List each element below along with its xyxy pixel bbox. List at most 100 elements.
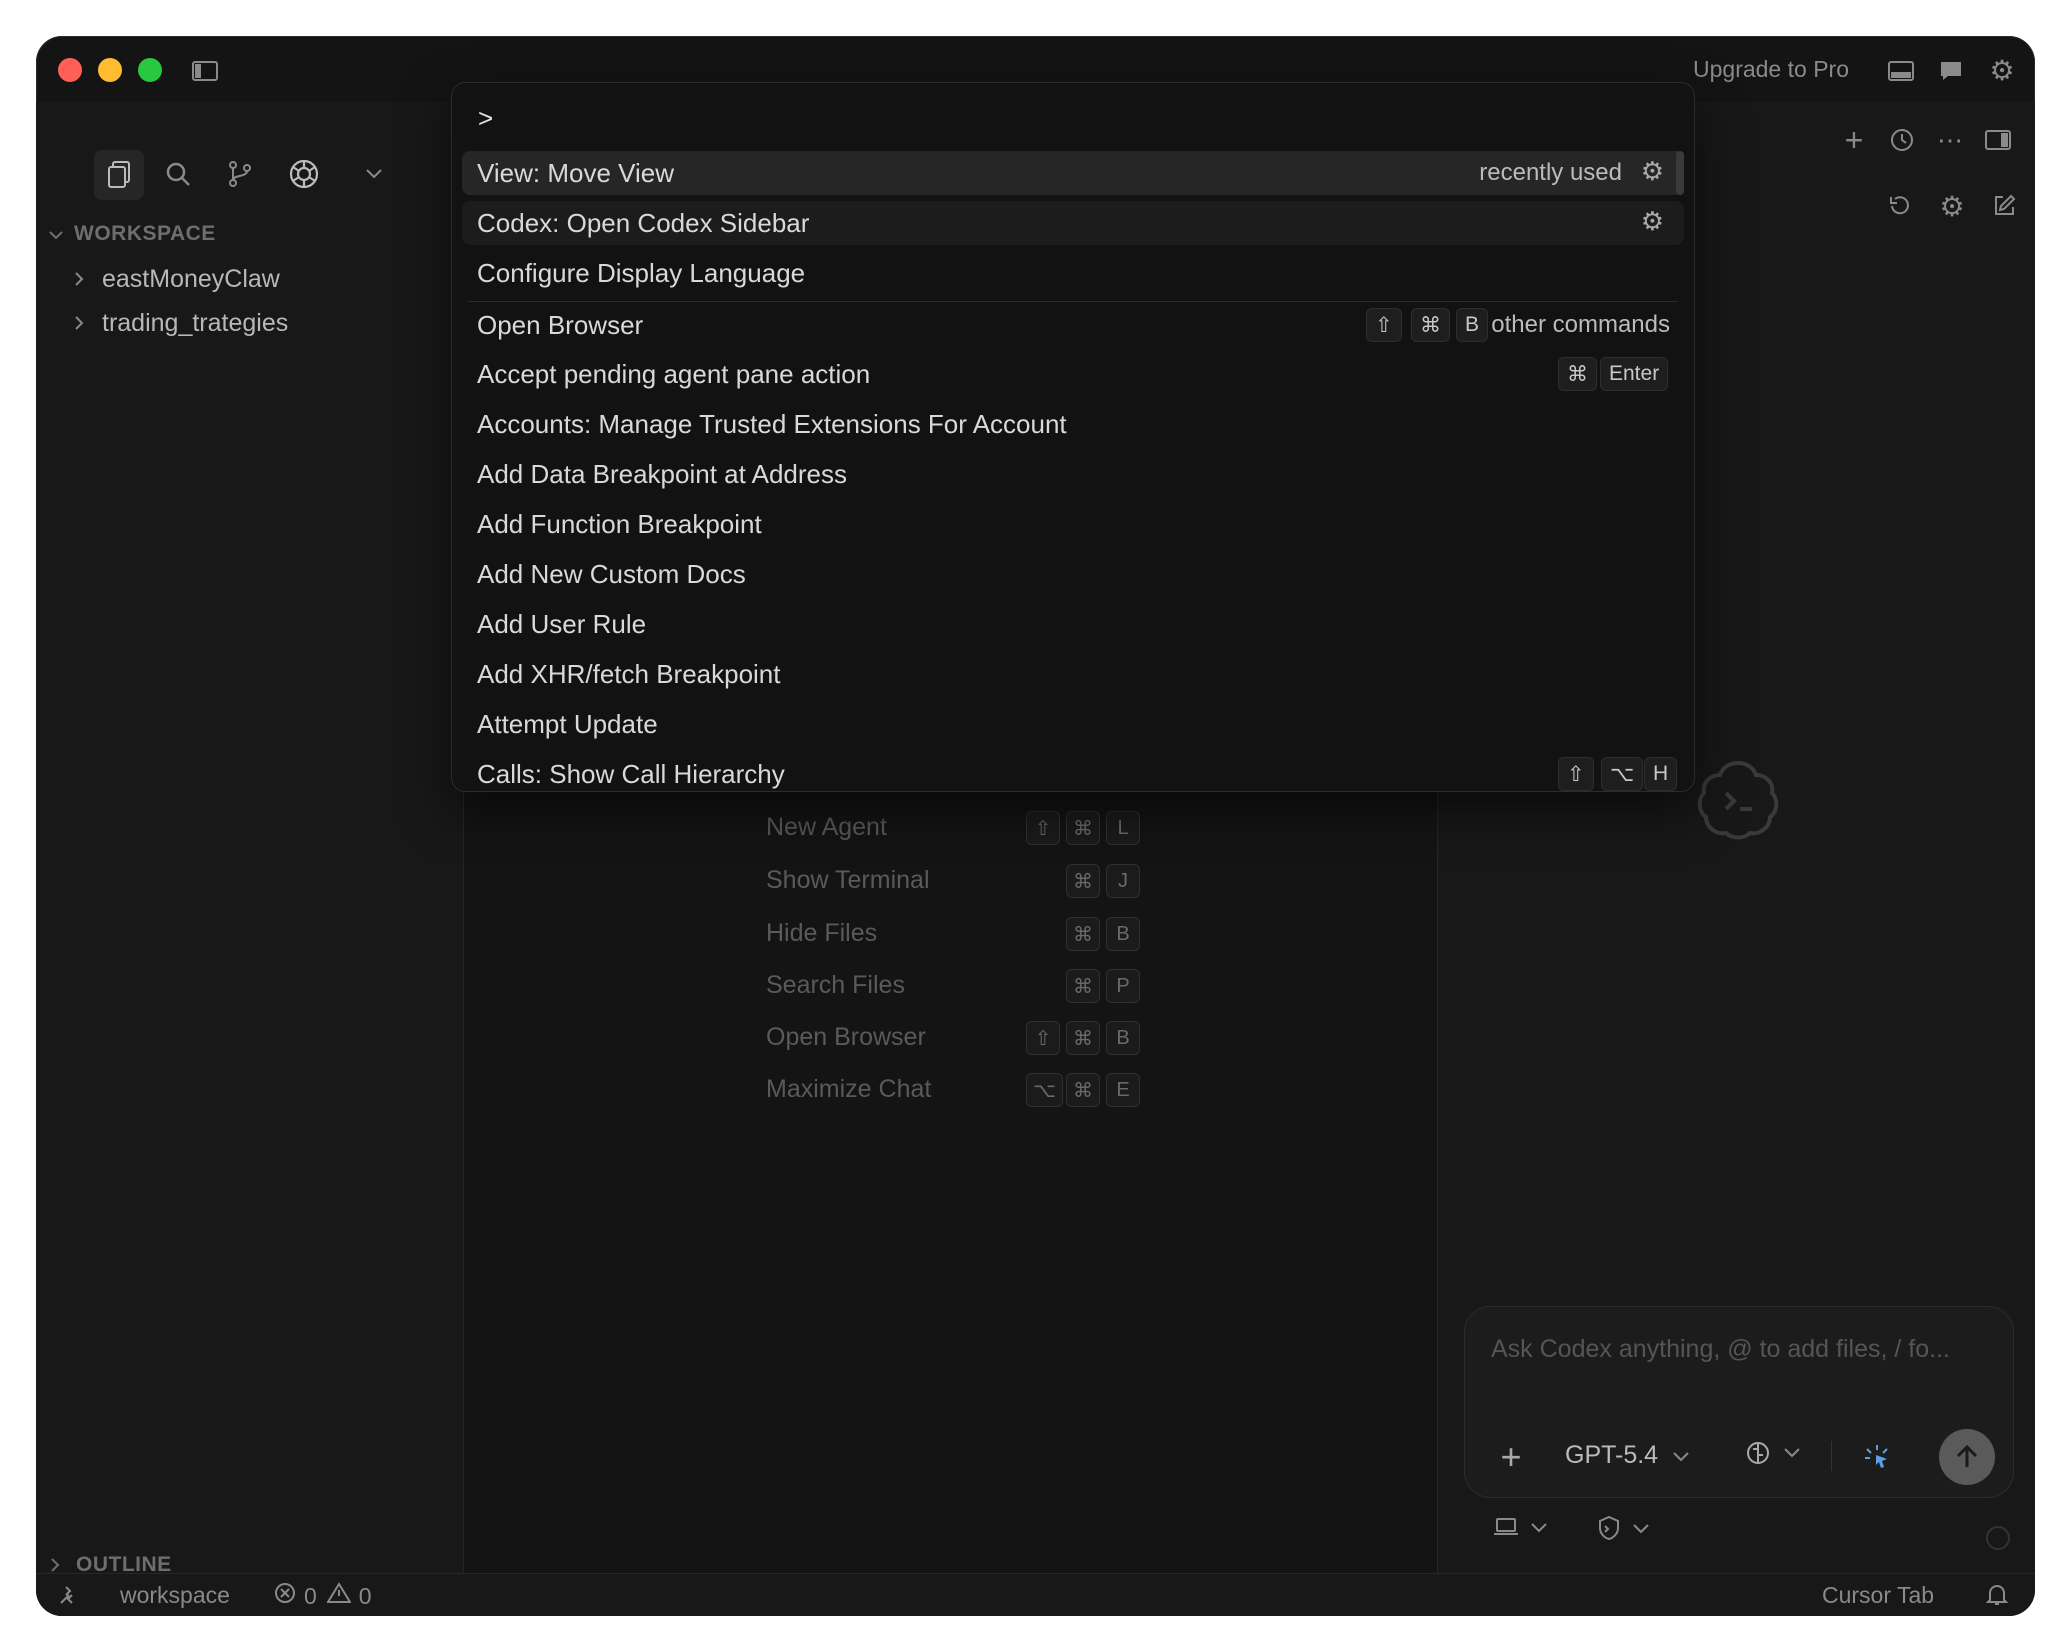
- shortcut-key: ⇧: [1026, 1021, 1060, 1055]
- settings-gear-icon[interactable]: ⚙: [1986, 54, 2018, 86]
- warning-icon: [326, 1582, 352, 1610]
- toggle-right-panel-icon[interactable]: [1980, 122, 2016, 158]
- reasoning-selector[interactable]: [1745, 1435, 1801, 1475]
- chevron-down-icon: [1632, 1522, 1650, 1540]
- search-icon[interactable]: [158, 154, 198, 194]
- command-item[interactable]: Open Browser ⇧ ⌘ B other commands: [462, 303, 1684, 347]
- history-clock-icon[interactable]: [1884, 122, 1920, 158]
- chevron-right-icon: [74, 309, 86, 338]
- shortcut-key: ⌘: [1066, 1073, 1100, 1107]
- command-item[interactable]: View: Move View recently used ⚙: [462, 151, 1684, 195]
- explorer-files-icon[interactable]: [94, 150, 144, 200]
- more-options-icon[interactable]: ⋯: [1932, 122, 1968, 158]
- folder-label: eastMoneyClaw: [102, 264, 280, 293]
- chevron-down-icon: [1783, 1446, 1801, 1464]
- palette-scrollbar[interactable]: [1676, 151, 1684, 195]
- hint-row: New Agent ⇧ ⌘ L: [766, 811, 1186, 851]
- shortcut-key: B: [1106, 1021, 1140, 1055]
- notifications-bell-icon[interactable]: [1982, 1580, 2012, 1610]
- folder-row[interactable]: eastMoneyClaw: [36, 259, 280, 299]
- app-window: Upgrade to Pro ⚙ WORKSPACE eastMoneyClaw…: [36, 36, 2035, 1616]
- error-count: 0: [304, 1582, 317, 1609]
- hint-label: Hide Files: [766, 919, 878, 947]
- brain-icon: [1745, 1440, 1771, 1471]
- permissions-selector[interactable]: [1596, 1514, 1650, 1547]
- arrow-up-icon: [1956, 1444, 1978, 1467]
- shortcut-key: E: [1106, 1073, 1140, 1107]
- divider: [1831, 1441, 1832, 1471]
- send-button[interactable]: [1939, 1429, 1995, 1485]
- shortcut-key: ⌘: [1066, 917, 1100, 951]
- toggle-sidebar-icon[interactable]: [190, 56, 220, 86]
- upgrade-to-pro-button[interactable]: Upgrade to Pro: [1693, 56, 1849, 83]
- undo-history-icon[interactable]: [1882, 188, 1918, 224]
- command-item[interactable]: Add New Custom Docs: [462, 552, 1684, 596]
- hint-label: Show Terminal: [766, 866, 930, 894]
- chat-icon[interactable]: [1936, 56, 1966, 86]
- chat-settings-gear-icon[interactable]: ⚙: [1934, 188, 1970, 224]
- command-item[interactable]: Add User Rule: [462, 602, 1684, 646]
- command-item[interactable]: Accounts: Manage Trusted Extensions For …: [462, 402, 1684, 446]
- source-control-icon[interactable]: [220, 154, 260, 194]
- command-label: Add New Custom Docs: [477, 558, 746, 589]
- openai-codex-icon[interactable]: [282, 152, 326, 196]
- command-item[interactable]: Attempt Update: [462, 702, 1684, 746]
- hint-label: New Agent: [766, 813, 887, 841]
- warning-count: 0: [358, 1582, 372, 1609]
- chevron-down-icon: [48, 220, 64, 249]
- configure-keybinding-gear-icon[interactable]: ⚙: [1641, 156, 1664, 187]
- shortcut-key: B: [1456, 308, 1489, 342]
- new-chat-edit-icon[interactable]: [1986, 188, 2022, 224]
- remote-connection-icon[interactable]: [54, 1580, 84, 1610]
- environment-selector[interactable]: [1492, 1516, 1548, 1543]
- zoom-window-button[interactable]: [138, 58, 162, 82]
- hint-row: Hide Files ⌘ B: [766, 917, 1186, 957]
- workspace-title: WORKSPACE: [74, 222, 216, 245]
- hint-row: Open Browser ⇧ ⌘ B: [766, 1021, 1186, 1061]
- problems-indicator[interactable]: 0 0: [274, 1582, 372, 1610]
- shortcut-key: ⌘: [1411, 308, 1450, 342]
- command-item[interactable]: Calls: Show Call Hierarchy ⇧ ⌥ H: [462, 752, 1684, 791]
- shortcut-key: ⌘: [1558, 357, 1597, 391]
- hint-label: Search Files: [766, 971, 905, 999]
- command-item[interactable]: Add Function Breakpoint: [462, 502, 1684, 546]
- command-item[interactable]: Codex: Open Codex Sidebar ⚙: [462, 201, 1684, 245]
- toggle-panel-icon[interactable]: [1886, 56, 1916, 86]
- chat-input[interactable]: Ask Codex anything, @ to add files, / fo…: [1491, 1335, 1950, 1364]
- shortcut-key: J: [1106, 864, 1140, 898]
- chevron-right-icon: [74, 265, 86, 294]
- status-bar: workspace 0 0 Cursor Tab: [36, 1573, 2035, 1616]
- plus-icon[interactable]: +: [1836, 122, 1872, 158]
- workspace-name[interactable]: workspace: [120, 1582, 230, 1609]
- configure-keybinding-gear-icon[interactable]: ⚙: [1641, 206, 1664, 237]
- shield-icon: [1596, 1514, 1622, 1547]
- command-palette-input[interactable]: >: [478, 103, 493, 134]
- chevron-down-icon[interactable]: [360, 160, 388, 188]
- shortcut-key: ⇧: [1558, 757, 1594, 791]
- sparkle-cursor-icon[interactable]: [1857, 1437, 1897, 1477]
- command-label: Accept pending agent pane action: [477, 358, 871, 389]
- error-icon: [274, 1582, 296, 1610]
- folder-row[interactable]: trading_trategies: [36, 303, 288, 343]
- shortcut-key: ⌘: [1066, 811, 1100, 845]
- add-context-plus-icon[interactable]: +: [1491, 1436, 1531, 1477]
- command-item[interactable]: Add Data Breakpoint at Address: [462, 452, 1684, 496]
- laptop-icon: [1492, 1516, 1520, 1543]
- shortcut-key: H: [1644, 757, 1678, 791]
- model-selector[interactable]: GPT-5.4: [1565, 1441, 1690, 1470]
- codex-logo-icon: [1693, 754, 1783, 844]
- folder-label: trading_trategies: [102, 308, 289, 337]
- command-item[interactable]: Add XHR/fetch Breakpoint: [462, 652, 1684, 696]
- shortcut-key: ⌘: [1066, 864, 1100, 898]
- close-window-button[interactable]: [58, 58, 82, 82]
- command-label: Add User Rule: [477, 608, 647, 639]
- other-commands-label: other commands: [1491, 311, 1670, 338]
- command-item[interactable]: Configure Display Language: [462, 251, 1684, 295]
- workspace-section-header[interactable]: WORKSPACE: [36, 214, 216, 254]
- command-item[interactable]: Accept pending agent pane action ⌘ Enter: [462, 352, 1684, 396]
- explorer-sidebar: WORKSPACE eastMoneyClaw trading_trategie…: [36, 102, 464, 1576]
- context-usage-ring-icon: [1986, 1526, 2010, 1550]
- minimize-window-button[interactable]: [98, 58, 122, 82]
- cursor-tab-status[interactable]: Cursor Tab: [1822, 1582, 1934, 1609]
- shortcut-key: P: [1106, 969, 1140, 1003]
